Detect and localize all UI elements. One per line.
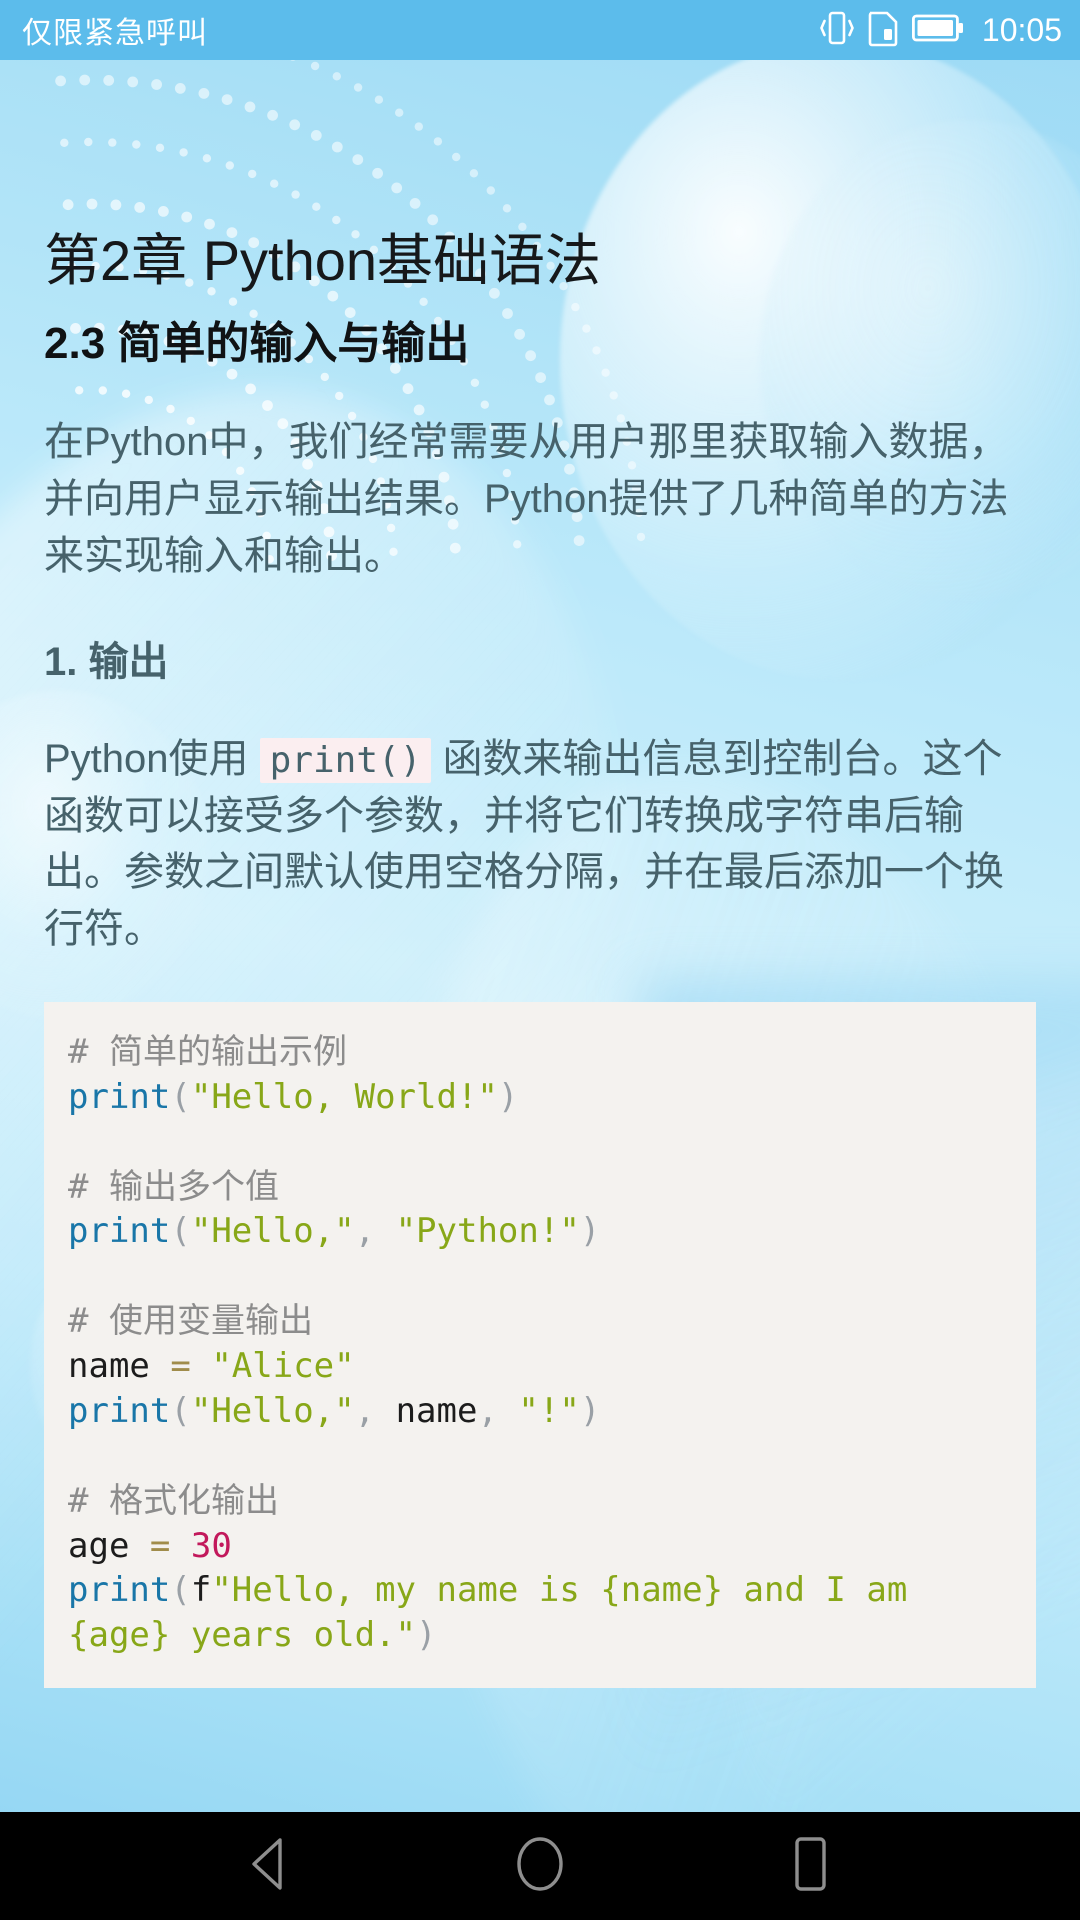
- code-token: print: [68, 1076, 171, 1117]
- code-line: print(f"Hello, my name is {name} and I a…: [68, 1568, 1012, 1658]
- code-token: (: [170, 1570, 191, 1611]
- code-token: ,: [354, 1211, 396, 1252]
- status-bar-icons: 10:05: [820, 9, 1062, 52]
- code-token: "Python!": [395, 1211, 580, 1252]
- battery-icon: [911, 12, 964, 49]
- code-token: # 格式化输出: [68, 1480, 279, 1521]
- inline-code-print: print(): [259, 737, 432, 783]
- code-token: =: [149, 1525, 191, 1566]
- code-token: "Hello, World!": [190, 1076, 498, 1117]
- code-line: print("Hello,", name, "!"): [68, 1389, 1012, 1434]
- code-token: (: [170, 1390, 191, 1431]
- code-token: # 简单的输出示例: [68, 1031, 347, 1072]
- code-token: ): [579, 1211, 601, 1252]
- code-token: (: [170, 1211, 191, 1252]
- status-bar: 仅限紧急呼叫 10:05: [0, 0, 1080, 60]
- code-token: ,: [354, 1390, 396, 1431]
- code-line: # 输出多个值: [68, 1165, 1012, 1210]
- code-token: age: [68, 1525, 150, 1566]
- code-line: age = 30: [68, 1524, 1012, 1569]
- code-token: f: [190, 1570, 212, 1611]
- paragraph-print-description: Python使用 print() 函数来输出信息到控制台。这个函数可以接受多个参…: [44, 731, 1036, 958]
- code-token: # 输出多个值: [68, 1166, 279, 1207]
- code-line: # 格式化输出: [68, 1479, 1012, 1524]
- vibrate-icon: [820, 9, 854, 52]
- android-navigation-bar: [0, 1812, 1080, 1920]
- code-token: "Alice": [211, 1346, 355, 1387]
- paragraph-intro: 在Python中，我们经常需要从用户那里获取输入数据，并向用户显示输出结果。Py…: [44, 420, 1009, 578]
- home-circle-icon: [514, 1835, 566, 1898]
- carrier-label: 仅限紧急呼叫: [22, 17, 208, 50]
- page-title: 第2章 Python基础语法: [44, 229, 602, 292]
- sim-card-icon: [868, 9, 898, 52]
- document-content: 第2章 Python基础语法 2.3 简单的输入与输出 在Python中，我们经…: [0, 60, 1080, 1812]
- code-block: # 简单的输出示例 print("Hello, World!") # 输出多个值 p…: [44, 1001, 1036, 1689]
- code-token: ): [579, 1390, 601, 1431]
- code-token: ): [416, 1615, 437, 1656]
- code-line: print("Hello, World!"): [68, 1075, 1012, 1120]
- code-token: print: [68, 1570, 171, 1611]
- code-line: name = "Alice": [68, 1344, 1012, 1389]
- code-token: =: [170, 1346, 212, 1387]
- code-line: # 使用变量输出: [68, 1299, 1012, 1344]
- code-line: # 简单的输出示例: [68, 1030, 1012, 1075]
- code-token: name: [68, 1346, 171, 1387]
- code-line: print("Hello,", "Python!"): [68, 1209, 1012, 1254]
- code-token: "Hello,": [190, 1211, 355, 1252]
- code-token: 30: [190, 1525, 232, 1566]
- back-triangle-icon: [244, 1836, 296, 1897]
- subsection-title-output: 1. 输出: [44, 639, 169, 684]
- code-token: (: [170, 1076, 191, 1117]
- home-button[interactable]: [495, 1821, 585, 1911]
- code-token: print: [68, 1211, 171, 1252]
- recents-button[interactable]: [765, 1821, 855, 1911]
- code-token: # 使用变量输出: [68, 1301, 313, 1342]
- code-token: print: [68, 1390, 171, 1431]
- code-token: "Hello,": [190, 1390, 355, 1431]
- recents-square-icon: [787, 1835, 833, 1898]
- code-token: name: [395, 1390, 478, 1431]
- code-token: ,: [477, 1390, 519, 1431]
- back-button[interactable]: [225, 1821, 315, 1911]
- clock-label: 10:05: [981, 11, 1062, 48]
- code-token: "!": [518, 1390, 580, 1431]
- paragraph-text-before: Python使用: [44, 736, 249, 781]
- code-token: ): [497, 1076, 519, 1117]
- section-title: 2.3 简单的输入与输出: [44, 318, 470, 368]
